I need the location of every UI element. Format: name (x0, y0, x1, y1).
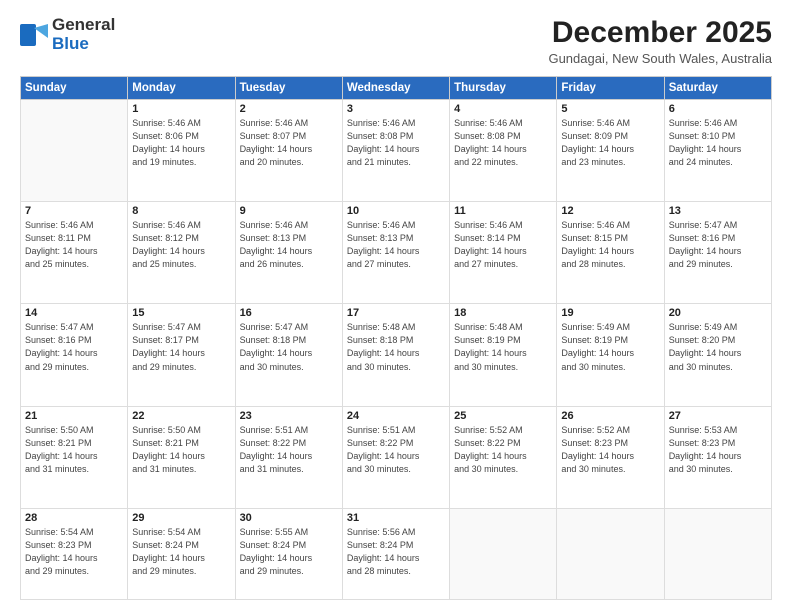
table-row: 20Sunrise: 5:49 AM Sunset: 8:20 PM Dayli… (664, 304, 771, 406)
col-saturday: Saturday (664, 77, 771, 100)
table-row: 8Sunrise: 5:46 AM Sunset: 8:12 PM Daylig… (128, 202, 235, 304)
calendar-table: Sunday Monday Tuesday Wednesday Thursday… (20, 76, 772, 600)
table-row: 21Sunrise: 5:50 AM Sunset: 8:21 PM Dayli… (21, 406, 128, 508)
table-row: 19Sunrise: 5:49 AM Sunset: 8:19 PM Dayli… (557, 304, 664, 406)
table-row: 9Sunrise: 5:46 AM Sunset: 8:13 PM Daylig… (235, 202, 342, 304)
table-row: 6Sunrise: 5:46 AM Sunset: 8:10 PM Daylig… (664, 100, 771, 202)
col-monday: Monday (128, 77, 235, 100)
calendar-header-row: Sunday Monday Tuesday Wednesday Thursday… (21, 77, 772, 100)
subtitle: Gundagai, New South Wales, Australia (548, 51, 772, 66)
col-sunday: Sunday (21, 77, 128, 100)
table-row: 10Sunrise: 5:46 AM Sunset: 8:13 PM Dayli… (342, 202, 449, 304)
table-row: 4Sunrise: 5:46 AM Sunset: 8:08 PM Daylig… (450, 100, 557, 202)
table-row: 13Sunrise: 5:47 AM Sunset: 8:16 PM Dayli… (664, 202, 771, 304)
table-row: 1Sunrise: 5:46 AM Sunset: 8:06 PM Daylig… (128, 100, 235, 202)
table-row: 3Sunrise: 5:46 AM Sunset: 8:08 PM Daylig… (342, 100, 449, 202)
header: General Blue December 2025 Gundagai, New… (20, 16, 772, 66)
col-friday: Friday (557, 77, 664, 100)
logo-blue-text: Blue (52, 35, 115, 54)
table-row: 23Sunrise: 5:51 AM Sunset: 8:22 PM Dayli… (235, 406, 342, 508)
table-row: 26Sunrise: 5:52 AM Sunset: 8:23 PM Dayli… (557, 406, 664, 508)
table-row: 31Sunrise: 5:56 AM Sunset: 8:24 PM Dayli… (342, 508, 449, 599)
table-row: 27Sunrise: 5:53 AM Sunset: 8:23 PM Dayli… (664, 406, 771, 508)
month-title: December 2025 (548, 16, 772, 49)
table-row: 28Sunrise: 5:54 AM Sunset: 8:23 PM Dayli… (21, 508, 128, 599)
table-row: 11Sunrise: 5:46 AM Sunset: 8:14 PM Dayli… (450, 202, 557, 304)
col-tuesday: Tuesday (235, 77, 342, 100)
table-row (21, 100, 128, 202)
table-row: 12Sunrise: 5:46 AM Sunset: 8:15 PM Dayli… (557, 202, 664, 304)
table-row (450, 508, 557, 599)
table-row: 16Sunrise: 5:47 AM Sunset: 8:18 PM Dayli… (235, 304, 342, 406)
table-row: 29Sunrise: 5:54 AM Sunset: 8:24 PM Dayli… (128, 508, 235, 599)
table-row: 24Sunrise: 5:51 AM Sunset: 8:22 PM Dayli… (342, 406, 449, 508)
table-row: 14Sunrise: 5:47 AM Sunset: 8:16 PM Dayli… (21, 304, 128, 406)
table-row: 17Sunrise: 5:48 AM Sunset: 8:18 PM Dayli… (342, 304, 449, 406)
page: General Blue December 2025 Gundagai, New… (0, 0, 792, 612)
logo-icon (20, 24, 48, 46)
table-row (664, 508, 771, 599)
table-row (557, 508, 664, 599)
col-thursday: Thursday (450, 77, 557, 100)
table-row: 25Sunrise: 5:52 AM Sunset: 8:22 PM Dayli… (450, 406, 557, 508)
table-row: 5Sunrise: 5:46 AM Sunset: 8:09 PM Daylig… (557, 100, 664, 202)
table-row: 30Sunrise: 5:55 AM Sunset: 8:24 PM Dayli… (235, 508, 342, 599)
title-block: December 2025 Gundagai, New South Wales,… (548, 16, 772, 66)
table-row: 2Sunrise: 5:46 AM Sunset: 8:07 PM Daylig… (235, 100, 342, 202)
col-wednesday: Wednesday (342, 77, 449, 100)
logo: General Blue (20, 16, 115, 53)
table-row: 22Sunrise: 5:50 AM Sunset: 8:21 PM Dayli… (128, 406, 235, 508)
table-row: 15Sunrise: 5:47 AM Sunset: 8:17 PM Dayli… (128, 304, 235, 406)
table-row: 7Sunrise: 5:46 AM Sunset: 8:11 PM Daylig… (21, 202, 128, 304)
table-row: 18Sunrise: 5:48 AM Sunset: 8:19 PM Dayli… (450, 304, 557, 406)
